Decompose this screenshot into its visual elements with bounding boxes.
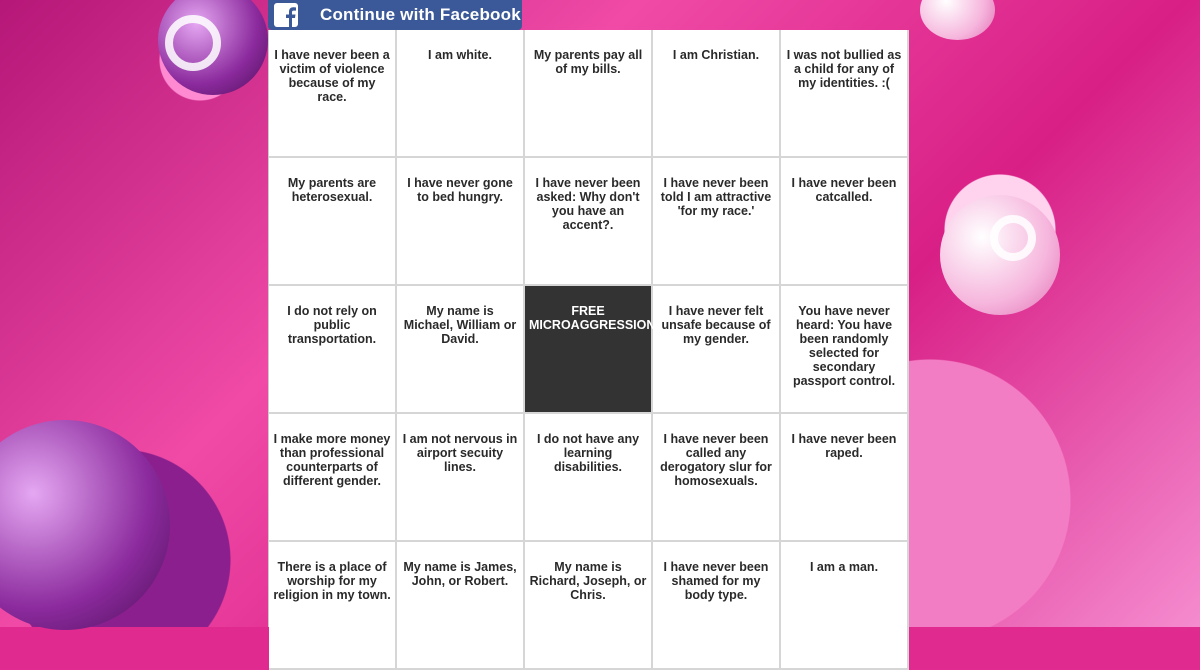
ring-decoration [165, 15, 221, 71]
bingo-cell[interactable]: I have never been called any derogatory … [653, 414, 781, 542]
bingo-cell[interactable]: I am a man. [781, 542, 909, 670]
bingo-card: I have never been a victim of violence b… [268, 30, 909, 670]
bingo-cell[interactable]: There is a place of worship for my relig… [269, 542, 397, 670]
free-space-cell: FREE MICROAGGRESSION [525, 286, 655, 414]
facebook-icon [274, 3, 298, 27]
bingo-cell[interactable]: I have never gone to bed hungry. [397, 158, 525, 286]
bingo-cell[interactable]: I have never been told I am attractive '… [653, 158, 781, 286]
bingo-cell[interactable]: I have never been asked: Why don't you h… [525, 158, 653, 286]
bingo-cell[interactable]: I do not rely on public transportation. [269, 286, 397, 414]
bingo-cell[interactable]: My name is James, John, or Robert. [397, 542, 525, 670]
continue-with-facebook-button[interactable]: Continue with Facebook [268, 0, 522, 30]
bingo-cell[interactable]: I am white. [397, 30, 525, 158]
facebook-button-label: Continue with Facebook [320, 5, 521, 24]
bingo-cell[interactable]: I make more money than professional coun… [269, 414, 397, 542]
bingo-cell[interactable]: My parents are heterosexual. [269, 158, 397, 286]
bingo-cell[interactable]: I have never been raped. [781, 414, 909, 542]
bingo-cell[interactable]: I have never been shamed for my body typ… [653, 542, 781, 670]
bingo-cell[interactable]: My parents pay all of my bills. [525, 30, 653, 158]
bingo-cell[interactable]: I am Christian. [653, 30, 781, 158]
ring-decoration [990, 215, 1036, 261]
bingo-cell[interactable]: My name is Michael, William or David. [397, 286, 525, 414]
bingo-cell[interactable]: I was not bullied as a child for any of … [781, 30, 909, 158]
bingo-cell[interactable]: I have never felt unsafe because of my g… [653, 286, 781, 414]
bingo-cell[interactable]: I am not nervous in airport secuity line… [397, 414, 525, 542]
bingo-cell[interactable]: I have never been catcalled. [781, 158, 909, 286]
bingo-cell[interactable]: My name is Richard, Joseph, or Chris. [525, 542, 653, 670]
bingo-cell[interactable]: You have never heard: You have been rand… [781, 286, 909, 414]
bingo-cell[interactable]: I do not have any learning disabilities. [525, 414, 653, 542]
bingo-cell[interactable]: I have never been a victim of violence b… [269, 30, 397, 158]
